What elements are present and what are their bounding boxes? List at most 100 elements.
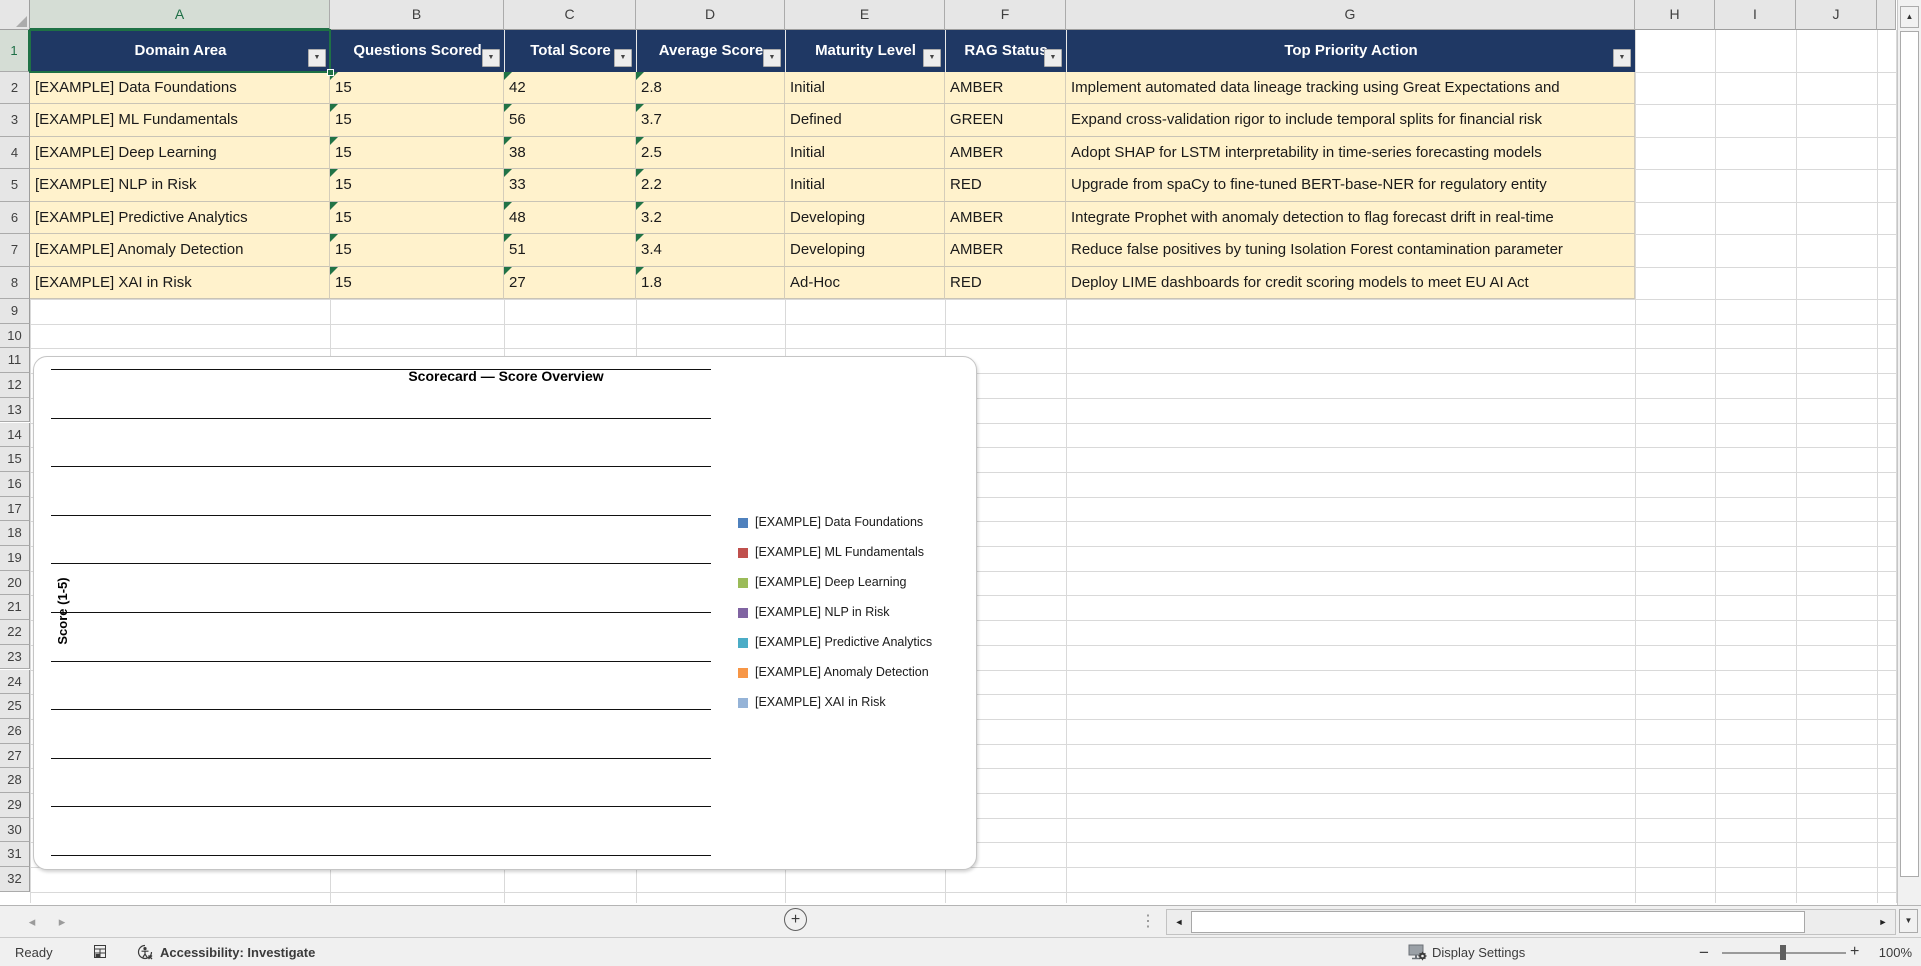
table-cell[interactable]: AMBER — [945, 72, 1066, 105]
accessibility-status[interactable]: Accessibility: Investigate — [160, 945, 315, 960]
filter-dropdown-button[interactable]: ▼ — [308, 49, 326, 67]
table-header-cell[interactable]: Maturity Level ▼ — [785, 30, 945, 72]
row-header-29[interactable]: 29 — [0, 793, 30, 818]
table-cell[interactable]: [EXAMPLE] Data Foundations — [30, 72, 330, 105]
table-cell[interactable]: Upgrade from spaCy to fine-tuned BERT-ba… — [1066, 169, 1635, 202]
table-cell[interactable]: 48 — [504, 201, 636, 235]
table-cell[interactable]: [EXAMPLE] XAI in Risk — [30, 266, 330, 299]
table-header-cell[interactable]: RAG Status ▼ — [945, 30, 1066, 72]
column-header-G[interactable]: G — [1066, 0, 1635, 30]
row-header-7[interactable]: 7 — [0, 234, 30, 267]
column-header-B[interactable]: B — [330, 0, 504, 30]
table-cell[interactable]: 15 — [330, 72, 504, 105]
zoom-in-button[interactable]: + — [1850, 943, 1859, 961]
table-cell[interactable]: Developing — [785, 234, 945, 267]
row-header-31[interactable]: 31 — [0, 842, 30, 868]
column-header-E[interactable]: E — [785, 0, 945, 30]
table-cell[interactable]: 1.8 — [636, 266, 785, 299]
table-cell[interactable]: [EXAMPLE] Anomaly Detection — [30, 234, 330, 267]
column-header-I[interactable]: I — [1715, 0, 1796, 30]
filter-dropdown-button[interactable]: ▼ — [1044, 49, 1062, 67]
row-header-19[interactable]: 19 — [0, 546, 30, 571]
column-header-C[interactable]: C — [504, 0, 636, 30]
table-cell[interactable]: [EXAMPLE] Deep Learning — [30, 136, 330, 170]
table-cell[interactable]: 15 — [330, 234, 504, 267]
row-header-8[interactable]: 8 — [0, 266, 30, 299]
table-cell[interactable]: 3.2 — [636, 201, 785, 235]
table-cell[interactable]: 15 — [330, 169, 504, 202]
row-header-12[interactable]: 12 — [0, 373, 30, 398]
vertical-scrollbar[interactable]: ▲ — [1897, 0, 1921, 905]
tab-grip-icon[interactable]: ⋮ — [1140, 909, 1156, 935]
row-header-4[interactable]: 4 — [0, 136, 30, 170]
row-header-23[interactable]: 23 — [0, 644, 30, 670]
row-header-18[interactable]: 18 — [0, 521, 30, 546]
table-header-cell[interactable]: Top Priority Action ▼ — [1066, 30, 1635, 72]
table-cell[interactable]: 15 — [330, 136, 504, 170]
row-header-16[interactable]: 16 — [0, 471, 30, 497]
table-header-cell[interactable]: Average Score ▼ — [636, 30, 785, 72]
row-header-28[interactable]: 28 — [0, 768, 30, 793]
table-cell[interactable]: Developing — [785, 201, 945, 235]
scroll-down-button[interactable]: ▼ — [1899, 909, 1918, 933]
scroll-left-button[interactable]: ◄ — [1169, 912, 1189, 932]
row-header-6[interactable]: 6 — [0, 201, 30, 235]
row-header-25[interactable]: 25 — [0, 694, 30, 719]
horizontal-scrollbar[interactable]: ◄ ► — [1166, 909, 1896, 935]
table-cell[interactable]: 33 — [504, 169, 636, 202]
column-header-A[interactable]: A — [30, 0, 330, 30]
tab-scroll-left-icon[interactable]: ◂ — [22, 910, 42, 934]
column-header-F[interactable]: F — [945, 0, 1066, 30]
row-header-32[interactable]: 32 — [0, 867, 30, 892]
row-header-24[interactable]: 24 — [0, 669, 30, 695]
table-cell[interactable]: AMBER — [945, 201, 1066, 235]
column-header-D[interactable]: D — [636, 0, 785, 30]
filter-dropdown-button[interactable]: ▼ — [1613, 49, 1631, 67]
table-cell[interactable]: AMBER — [945, 234, 1066, 267]
table-cell[interactable]: 3.4 — [636, 234, 785, 267]
macro-record-icon[interactable] — [92, 944, 108, 960]
scroll-up-button[interactable]: ▲ — [1900, 6, 1919, 28]
table-cell[interactable]: Implement automated data lineage trackin… — [1066, 72, 1635, 105]
row-header-1[interactable]: 1 — [0, 30, 30, 72]
row-header-5[interactable]: 5 — [0, 169, 30, 202]
table-cell[interactable]: Defined — [785, 104, 945, 137]
add-sheet-button[interactable]: + — [784, 908, 807, 931]
table-cell[interactable]: 38 — [504, 136, 636, 170]
column-header-H[interactable]: H — [1635, 0, 1715, 30]
table-cell[interactable]: [EXAMPLE] Predictive Analytics — [30, 201, 330, 235]
row-header-30[interactable]: 30 — [0, 817, 30, 843]
table-cell[interactable]: 15 — [330, 266, 504, 299]
table-cell[interactable]: 27 — [504, 266, 636, 299]
table-cell[interactable]: Adopt SHAP for LSTM interpretability in … — [1066, 136, 1635, 170]
row-header-2[interactable]: 2 — [0, 72, 30, 105]
row-header-3[interactable]: 3 — [0, 104, 30, 137]
table-cell[interactable]: 2.8 — [636, 72, 785, 105]
table-cell[interactable]: 3.7 — [636, 104, 785, 137]
table-cell[interactable]: GREEN — [945, 104, 1066, 137]
zoom-out-button[interactable]: − — [1699, 943, 1709, 963]
vertical-scroll-thumb[interactable] — [1900, 31, 1919, 877]
table-cell[interactable]: 15 — [330, 201, 504, 235]
filter-dropdown-button[interactable]: ▼ — [482, 49, 500, 67]
table-cell[interactable]: Integrate Prophet with anomaly detection… — [1066, 201, 1635, 235]
table-header-cell[interactable]: Domain Area ▼ — [30, 30, 330, 72]
column-header-partial[interactable] — [1877, 0, 1896, 30]
row-header-22[interactable]: 22 — [0, 620, 30, 645]
horizontal-scroll-thumb[interactable] — [1191, 911, 1805, 933]
row-header-21[interactable]: 21 — [0, 595, 30, 621]
table-cell[interactable]: 42 — [504, 72, 636, 105]
table-cell[interactable]: 2.2 — [636, 169, 785, 202]
table-cell[interactable]: Reduce false positives by tuning Isolati… — [1066, 234, 1635, 267]
filter-dropdown-button[interactable]: ▼ — [763, 49, 781, 67]
zoom-level-label[interactable]: 100% — [1874, 945, 1912, 960]
display-settings-label[interactable]: Display Settings — [1432, 945, 1525, 960]
table-cell[interactable]: 56 — [504, 104, 636, 137]
filter-dropdown-button[interactable]: ▼ — [923, 49, 941, 67]
table-cell[interactable]: 51 — [504, 234, 636, 267]
table-cell[interactable]: AMBER — [945, 136, 1066, 170]
table-cell[interactable]: 2.5 — [636, 136, 785, 170]
column-header-J[interactable]: J — [1796, 0, 1877, 30]
row-header-14[interactable]: 14 — [0, 422, 30, 448]
table-cell[interactable]: Initial — [785, 72, 945, 105]
